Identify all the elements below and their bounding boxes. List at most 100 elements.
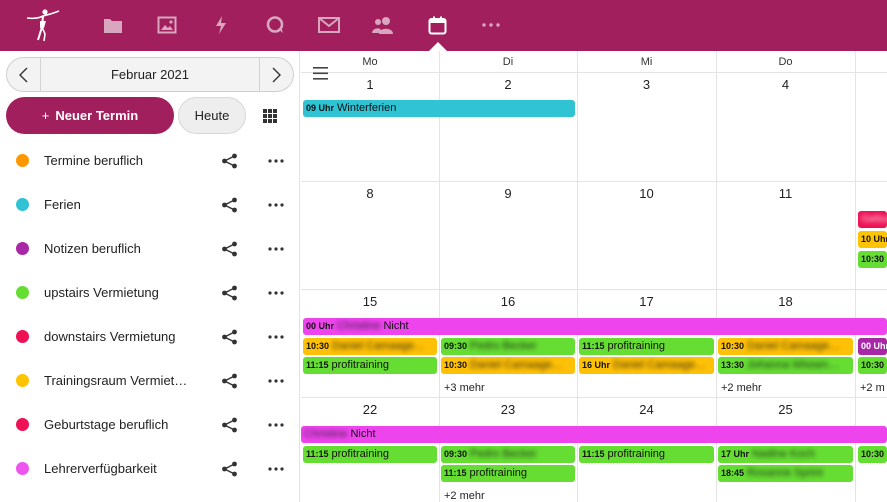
day-number[interactable]: 16 [439, 293, 577, 311]
event-rental[interactable]: 10:30 [858, 357, 887, 374]
day-number[interactable]: 3 [577, 76, 716, 94]
calendar-color-dot[interactable] [16, 154, 29, 167]
next-month-button[interactable] [259, 58, 293, 91]
current-month-label[interactable]: Februar 2021 [41, 58, 259, 91]
share-icon[interactable] [221, 329, 238, 345]
more-options-icon[interactable] [266, 241, 286, 257]
day-number[interactable]: 18 [716, 293, 855, 311]
more-options-icon[interactable] [266, 285, 286, 301]
event-profitraining[interactable]: 11:15 profitraining [441, 465, 575, 482]
calendar-color-dot[interactable] [16, 418, 29, 431]
event-rental[interactable]: 10 Uhr [858, 231, 887, 248]
event-rental[interactable]: 10:30 Daniel Camaage… [441, 357, 575, 374]
more-options-icon[interactable] [266, 461, 286, 477]
event-rental[interactable]: 10:30 [858, 446, 887, 463]
day-header-mi: Mi [640, 56, 653, 68]
more-options-icon[interactable] [266, 373, 286, 389]
image-icon[interactable] [153, 11, 181, 39]
view-grid-icon[interactable] [263, 109, 277, 123]
event-note[interactable]: 00 Uhr [858, 338, 887, 355]
event-rental[interactable]: 09:30 Pedro Becker [441, 446, 575, 463]
calendar-color-dot[interactable] [16, 462, 29, 475]
calendar-color-dot[interactable] [16, 374, 29, 387]
day-number[interactable]: 17 [577, 293, 716, 311]
event-allday-nicht[interactable]: 00 Uhr Christine Nicht [303, 318, 887, 335]
grid-line [301, 289, 887, 290]
event-rental[interactable]: 13:30 Johanna Wissen… [718, 357, 853, 374]
event-profitraining[interactable]: 11:15 profitraining [303, 446, 437, 463]
calendar-list-item[interactable]: Notizen beruflich [0, 227, 300, 271]
today-button[interactable]: Heute [178, 97, 246, 134]
share-icon[interactable] [221, 153, 238, 169]
day-number[interactable]: 15 [301, 293, 439, 311]
share-icon[interactable] [221, 285, 238, 301]
day-number[interactable]: 25 [716, 401, 855, 419]
more-events-link[interactable]: +2 mehr [721, 381, 762, 395]
event-profitraining[interactable]: 11:15 profitraining [579, 446, 714, 463]
calendar-list-item[interactable]: Ferien [0, 183, 300, 227]
share-icon[interactable] [221, 373, 238, 389]
previous-month-button[interactable] [7, 58, 41, 91]
calendar-name: Geburtstage beruflich [44, 417, 169, 432]
calendar-color-dot[interactable] [16, 198, 29, 211]
calendar-icon[interactable] [423, 11, 451, 39]
event-profitraining[interactable]: 11:15 profitraining [579, 338, 714, 355]
event-profitraining[interactable]: 11:15 profitraining [303, 357, 437, 374]
day-number[interactable]: 9 [439, 185, 577, 203]
event-rental[interactable]: 18:45 Roxanne Sprint [718, 465, 853, 482]
lightning-icon[interactable] [207, 11, 235, 39]
day-number[interactable]: 4 [716, 76, 855, 94]
share-icon[interactable] [221, 461, 238, 477]
event-birthday[interactable]: Geburtstag [858, 211, 887, 228]
event-rental[interactable]: 16 Uhr Daniel Camaage… [579, 357, 714, 374]
contacts-icon[interactable] [369, 11, 397, 39]
more-options-icon[interactable] [266, 417, 286, 433]
day-number[interactable]: 22 [301, 401, 439, 419]
new-event-button[interactable]: + Neuer Termin [6, 97, 174, 134]
day-number[interactable]: 11 [716, 185, 855, 203]
event-rental[interactable]: 09:30 Pedro Becker [441, 338, 575, 355]
event-allday-nicht[interactable]: Christine Nicht [301, 426, 887, 443]
calendar-name: upstairs Vermietung [44, 285, 159, 300]
calendar-color-dot[interactable] [16, 286, 29, 299]
more-options-icon[interactable] [266, 329, 286, 345]
calendar-list: Termine beruflich Ferien Notizen beruflich… [0, 139, 300, 491]
mail-icon[interactable] [315, 11, 343, 39]
event-rental[interactable]: 17 Uhr Nadine Koch [718, 446, 853, 463]
share-icon[interactable] [221, 241, 238, 257]
share-icon[interactable] [221, 197, 238, 213]
calendar-name: Termine beruflich [44, 153, 143, 168]
more-events-link[interactable]: +3 mehr [444, 381, 485, 395]
event-rental[interactable]: 10:30 Daniel Camaage… [303, 338, 437, 355]
dancer-logo-icon[interactable] [24, 7, 62, 43]
day-number[interactable]: 24 [577, 401, 716, 419]
more-apps-icon[interactable] [477, 11, 505, 39]
day-number[interactable]: 23 [439, 401, 577, 419]
more-options-icon[interactable] [266, 197, 286, 213]
calendar-name: Ferien [44, 197, 81, 212]
day-number[interactable]: 8 [301, 185, 439, 203]
event-winterferien[interactable]: 09 Uhr Winterferien [303, 100, 575, 117]
more-events-link[interactable]: +2 m [860, 381, 885, 395]
calendar-color-dot[interactable] [16, 330, 29, 343]
calendar-color-dot[interactable] [16, 242, 29, 255]
plus-icon: + [41, 108, 50, 123]
calendar-list-item[interactable]: upstairs Vermietung [0, 271, 300, 315]
share-icon[interactable] [221, 417, 238, 433]
calendar-list-item[interactable]: Lehrerverfügbarkeit [0, 447, 300, 491]
folder-icon[interactable] [99, 11, 127, 39]
calendar-list-item[interactable]: Trainingsraum Vermiet… [0, 359, 300, 403]
more-options-icon[interactable] [266, 153, 286, 169]
calendar-list-item[interactable]: downstairs Vermietung [0, 315, 300, 359]
sidebar: Februar 2021 + Neuer Termin Heute Termin… [0, 51, 300, 502]
more-events-link[interactable]: +2 mehr [444, 489, 485, 502]
hamburger-menu-icon[interactable] [313, 67, 328, 80]
calendar-list-item[interactable]: Termine beruflich [0, 139, 300, 183]
chat-icon[interactable] [261, 11, 289, 39]
event-rental[interactable]: 10:30 [858, 251, 887, 268]
calendar-name: downstairs Vermietung [44, 329, 176, 344]
event-rental[interactable]: 10:30 Daniel Camaage… [718, 338, 853, 355]
day-number[interactable]: 2 [439, 76, 577, 94]
calendar-list-item[interactable]: Geburtstage beruflich [0, 403, 300, 447]
day-number[interactable]: 10 [577, 185, 716, 203]
